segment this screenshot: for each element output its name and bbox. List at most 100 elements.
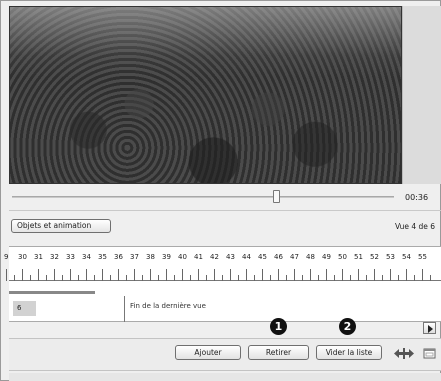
ruler-minor-tick xyxy=(158,275,159,281)
callout-badge-2: 2 xyxy=(339,318,356,335)
ruler-number: 39 xyxy=(162,253,171,261)
ruler-minor-tick xyxy=(62,275,63,281)
track-divider xyxy=(124,296,125,322)
ruler-number: 31 xyxy=(34,253,43,261)
ruler-number: 46 xyxy=(274,253,283,261)
ruler-minor-tick xyxy=(254,275,255,281)
ruler-minor-tick xyxy=(302,275,303,281)
ruler-major-tick xyxy=(326,269,327,281)
ruler-minor-tick xyxy=(142,275,143,281)
ruler-number: 43 xyxy=(226,253,235,261)
ruler-number: 49 xyxy=(322,253,331,261)
ruler-major-tick xyxy=(118,269,119,281)
ruler-major-tick xyxy=(38,269,39,281)
ruler-major-tick xyxy=(6,269,7,281)
ruler-major-tick xyxy=(214,269,215,281)
preview-side-panel xyxy=(402,6,441,184)
ruler-minor-tick xyxy=(206,275,207,281)
selection-range-bar[interactable] xyxy=(9,291,95,294)
ruler-major-tick xyxy=(230,269,231,281)
ruler-number: 40 xyxy=(178,253,187,261)
preview-image xyxy=(9,6,402,184)
ruler-major-tick xyxy=(54,269,55,281)
ruler-major-tick xyxy=(86,269,87,281)
ruler-number: 48 xyxy=(306,253,315,261)
ruler-major-tick xyxy=(262,269,263,281)
ruler-number: 42 xyxy=(210,253,219,261)
objects-animation-button[interactable]: Objets et animation xyxy=(11,219,111,233)
ruler-number: 45 xyxy=(258,253,267,261)
timeline-scroll-right-button[interactable] xyxy=(423,322,436,334)
ruler-minor-tick xyxy=(414,275,415,281)
ruler-minor-tick xyxy=(366,275,367,281)
window-icon[interactable] xyxy=(421,345,436,360)
playback-time: 00:36 xyxy=(405,193,429,202)
ruler-minor-tick xyxy=(30,275,31,281)
ruler-minor-tick xyxy=(174,275,175,281)
ruler-number: 53 xyxy=(386,253,395,261)
ruler-major-tick xyxy=(374,269,375,281)
ruler-number: 47 xyxy=(290,253,299,261)
playback-scrubber-thumb[interactable] xyxy=(272,190,280,203)
ruler-minor-tick xyxy=(350,275,351,281)
ruler-major-tick xyxy=(246,269,247,281)
ruler-minor-tick xyxy=(270,275,271,281)
ruler-minor-tick xyxy=(318,275,319,281)
ruler-minor-tick xyxy=(222,275,223,281)
ruler-minor-tick xyxy=(46,275,47,281)
clear-list-button[interactable]: Vider la liste xyxy=(316,345,382,360)
ruler-number: 36 xyxy=(114,253,123,261)
ruler-major-tick xyxy=(390,269,391,281)
add-button[interactable]: Ajouter xyxy=(175,345,241,360)
ruler-minor-tick xyxy=(382,275,383,281)
remove-button[interactable]: Retirer xyxy=(248,345,309,360)
ruler-major-tick xyxy=(134,269,135,281)
ruler-number: 52 xyxy=(370,253,379,261)
ruler-minor-tick xyxy=(94,275,95,281)
ruler-major-tick xyxy=(358,269,359,281)
ruler-minor-tick xyxy=(430,275,431,281)
ruler-number: 33 xyxy=(66,253,75,261)
view-counter: Vue 4 de 6 xyxy=(395,222,436,231)
ruler-number: 41 xyxy=(194,253,203,261)
ruler-minor-tick xyxy=(238,275,239,281)
ruler-baseline xyxy=(9,280,441,281)
ruler-number: 34 xyxy=(82,253,91,261)
ruler-major-tick xyxy=(342,269,343,281)
ruler-number: 50 xyxy=(338,253,347,261)
chevron-right-icon xyxy=(428,325,433,333)
ruler-number: 54 xyxy=(402,253,411,261)
timeline-ruler: 9 30 31 32 33 34 35 36 37 38 39 40 41 42 43 44 45 46 47 48 4… xyxy=(4,247,441,291)
move-arrows-icon[interactable] xyxy=(391,345,415,360)
ruler-minor-tick xyxy=(334,275,335,281)
ruler-number: 37 xyxy=(130,253,139,261)
ruler-minor-tick xyxy=(14,275,15,281)
ruler-major-tick xyxy=(294,269,295,281)
divider xyxy=(9,210,441,211)
ruler-major-tick xyxy=(102,269,103,281)
ruler-major-tick xyxy=(310,269,311,281)
ruler-number: 35 xyxy=(98,253,107,261)
slide-thumbnail-6[interactable]: 6 xyxy=(13,301,36,316)
ruler-minor-tick xyxy=(126,275,127,281)
ruler-major-tick xyxy=(198,269,199,281)
ruler-major-tick xyxy=(70,269,71,281)
ruler-major-tick xyxy=(182,269,183,281)
preview-sky-haze xyxy=(10,7,401,78)
ruler-major-tick xyxy=(150,269,151,281)
timeline[interactable]: 9 30 31 32 33 34 35 36 37 38 39 40 41 42 43 44 45 46 47 48 4… xyxy=(4,246,441,322)
ruler-minor-tick xyxy=(286,275,287,281)
ruler-number: 55 xyxy=(418,253,427,261)
ruler-number: 51 xyxy=(354,253,363,261)
ruler-number: 38 xyxy=(146,253,155,261)
ruler-number: 44 xyxy=(242,253,251,261)
ruler-major-tick xyxy=(166,269,167,281)
ruler-major-tick xyxy=(422,269,423,281)
timeline-track[interactable]: 6 Fin de la dernière vue xyxy=(9,296,441,322)
ruler-number: 32 xyxy=(50,253,59,261)
ruler-minor-tick xyxy=(110,275,111,281)
ruler-number: 9 xyxy=(4,253,9,261)
ruler-number: 30 xyxy=(18,253,27,261)
playback-scrubber-track[interactable] xyxy=(12,196,394,198)
status-strip xyxy=(9,373,441,381)
